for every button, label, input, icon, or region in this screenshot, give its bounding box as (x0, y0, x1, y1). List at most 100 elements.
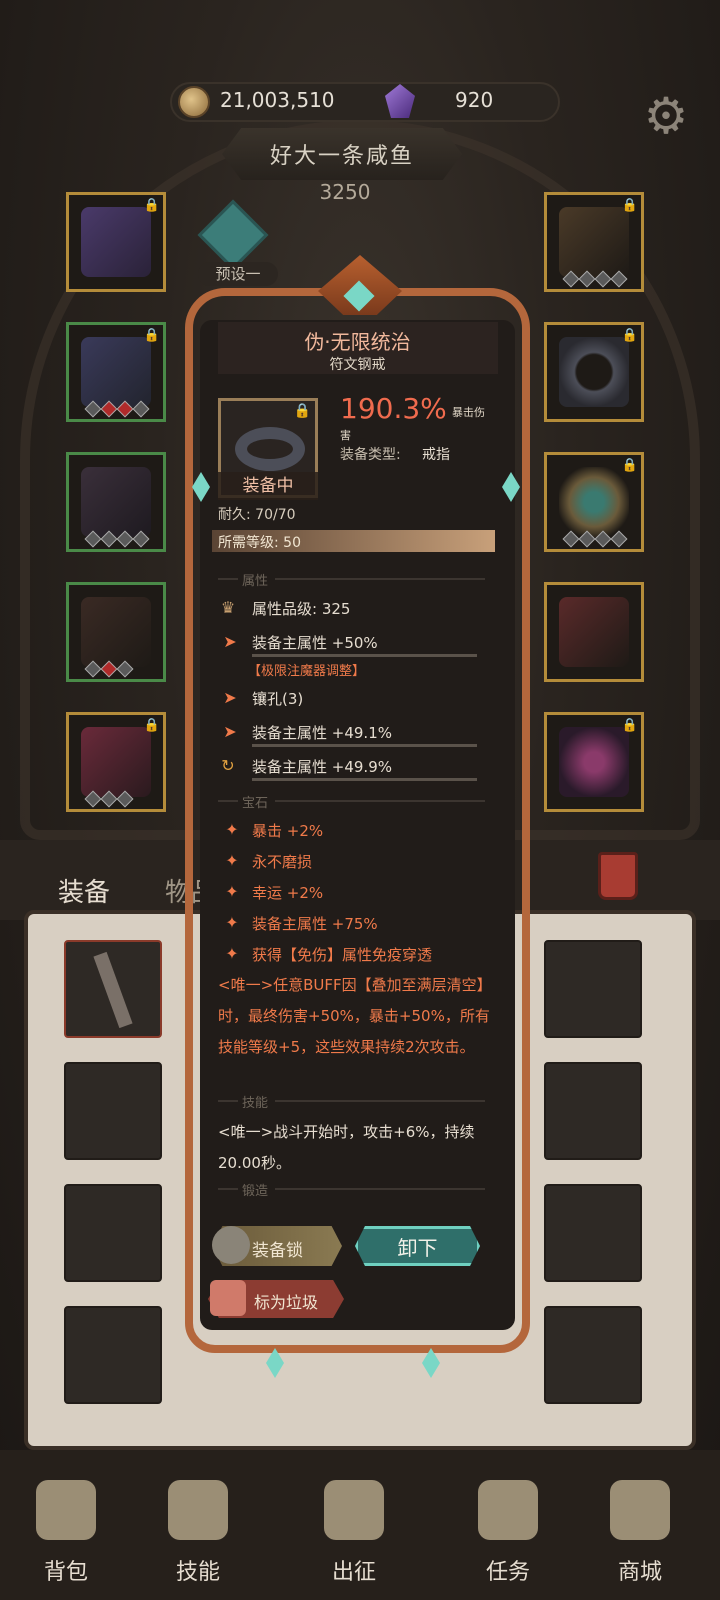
gem-bullet-icon: ✦ (225, 851, 239, 870)
nav-label: 商城 (617, 1560, 662, 1585)
socket-row (84, 400, 150, 418)
section-divider (275, 1100, 485, 1102)
equip-slot-amulet[interactable]: 🔒 (544, 192, 644, 292)
equip-slot-legs[interactable] (66, 582, 166, 682)
attribute-bar (252, 654, 477, 657)
ring-art (559, 467, 629, 537)
nav-label: 任务 (485, 1560, 530, 1585)
mark-as-junk-label: 标为垃圾 (254, 1293, 319, 1312)
equip-slot-armor[interactable]: 🔒 (66, 322, 166, 422)
legs-art (81, 597, 151, 667)
gem-bullet-icon: ✦ (225, 944, 239, 963)
gem-2: 永不磨损 (252, 853, 313, 871)
amulet-art (559, 207, 629, 277)
attribute-1: 装备主属性 +50% (252, 634, 378, 652)
boots-art (81, 727, 151, 797)
equip-slot-boots[interactable]: 🔒 (66, 712, 166, 812)
attribute-bar (252, 778, 477, 781)
gem-1: 暴击 +2% (252, 822, 324, 840)
inventory-cell[interactable] (544, 1062, 642, 1160)
staff-art (93, 951, 133, 1029)
section-divider (275, 1188, 485, 1190)
equip-slot-ring-2[interactable]: 🔒 (544, 452, 644, 552)
skill-description: <唯一>战斗开始时，攻击+6%，持续20.00秒。 (218, 1123, 475, 1172)
lock-icon: 🔒 (293, 403, 311, 419)
preset-selector[interactable]: 预设一 (198, 262, 278, 286)
inventory-item-staff[interactable] (64, 940, 162, 1038)
lock-icon: 🔒 (621, 328, 639, 343)
inventory-cell[interactable] (544, 1306, 642, 1404)
ring-art (559, 337, 629, 407)
gem-3: 幸运 +2% (252, 884, 324, 902)
backpack-icon (36, 1480, 96, 1540)
equip-slot-cape[interactable] (544, 582, 644, 682)
inventory-cell[interactable] (64, 1062, 162, 1160)
main-stat-label-cont: 害 (340, 429, 351, 442)
attribute-1-note: 【极限注魔器调整】 (248, 664, 366, 679)
item-type-label: 装备类型: (340, 447, 401, 463)
attribute-2: 装备主属性 +49.1% (252, 724, 392, 742)
nav-skills[interactable]: 技能 (148, 1480, 248, 1590)
lock-icon: 🔒 (621, 198, 639, 213)
inventory-cell[interactable] (544, 1184, 642, 1282)
lock-icon: 🔒 (143, 198, 161, 213)
socket-row (562, 530, 628, 548)
attribute-arrow-icon: ➤ (223, 632, 237, 651)
item-name: 伪·无限统治 (304, 330, 411, 354)
nav-expedition[interactable]: 出征 (304, 1480, 404, 1590)
durability: 耐久: 70/70 (218, 507, 296, 523)
section-divider (275, 800, 485, 802)
section-divider (218, 1100, 238, 1102)
lock-icon: 🔒 (621, 458, 639, 473)
section-divider (218, 578, 238, 580)
socket-arrow-icon: ➤ (223, 688, 237, 707)
weapon-art (81, 467, 151, 537)
gem-bullet-icon: ✦ (225, 913, 239, 932)
inventory-cell[interactable] (64, 1306, 162, 1404)
cape-art (559, 597, 629, 667)
gold-coin-icon (178, 86, 210, 118)
gold-amount: 21,003,510 (220, 88, 335, 112)
reroll-icon: ↻ (221, 756, 235, 775)
equip-slot-offhand[interactable]: 🔒 (544, 712, 644, 812)
helmet-art (81, 207, 151, 277)
tab-equipment[interactable]: 装备 (58, 872, 110, 909)
sockets: 镶孔(3) (252, 690, 304, 708)
settings-gear-icon[interactable]: ⚙ (640, 90, 692, 142)
main-stat-value: 190.3% (340, 392, 447, 425)
section-divider (218, 800, 238, 802)
nav-backpack[interactable]: 背包 (16, 1480, 116, 1590)
trash-icon[interactable] (598, 852, 638, 900)
equip-slot-ring-1[interactable]: 🔒 (544, 322, 644, 422)
section-title-skills: 技能 (242, 1096, 269, 1111)
grade-crown-icon: ♛ (220, 598, 236, 617)
offhand-art (559, 727, 629, 797)
gem-5: 获得【免伤】属性免疫穿透 (252, 946, 433, 964)
socket-row (84, 660, 134, 678)
inventory-cell[interactable] (544, 940, 642, 1038)
junk-bin-icon (210, 1280, 246, 1316)
unique-effect-description: <唯一>任意BUFF因【叠加至满层清空】时，最终伤害+50%，暴击+50%，所有… (218, 976, 492, 1056)
attribute-3: 装备主属性 +49.9% (252, 758, 392, 776)
horn-icon (478, 1480, 538, 1540)
equip-slot-helmet[interactable]: 🔒 (66, 192, 166, 292)
socket-row (562, 270, 628, 288)
unequip-label: 卸下 (397, 1236, 438, 1260)
inventory-cell[interactable] (64, 1184, 162, 1282)
attribute-bar (252, 744, 477, 747)
equipment-lock-label: 装备锁 (252, 1241, 303, 1261)
gem-4: 装备主属性 +75% (252, 915, 378, 933)
gem-amount: 920 (455, 88, 494, 112)
lock-icon: 🔒 (143, 718, 161, 733)
nav-label: 技能 (175, 1560, 220, 1585)
player-name: 好大一条咸鱼 (269, 144, 414, 169)
section-title-attributes: 属性 (242, 574, 269, 589)
section-title-forge: 锻造 (242, 1184, 269, 1199)
nav-shop[interactable]: 商城 (590, 1480, 690, 1590)
socket-row (84, 790, 134, 808)
equip-slot-weapon[interactable] (66, 452, 166, 552)
combat-power: 3250 (319, 180, 371, 204)
nav-quests[interactable]: 任务 (458, 1480, 558, 1590)
skills-book-icon (168, 1480, 228, 1540)
sword-map-icon (324, 1480, 384, 1540)
